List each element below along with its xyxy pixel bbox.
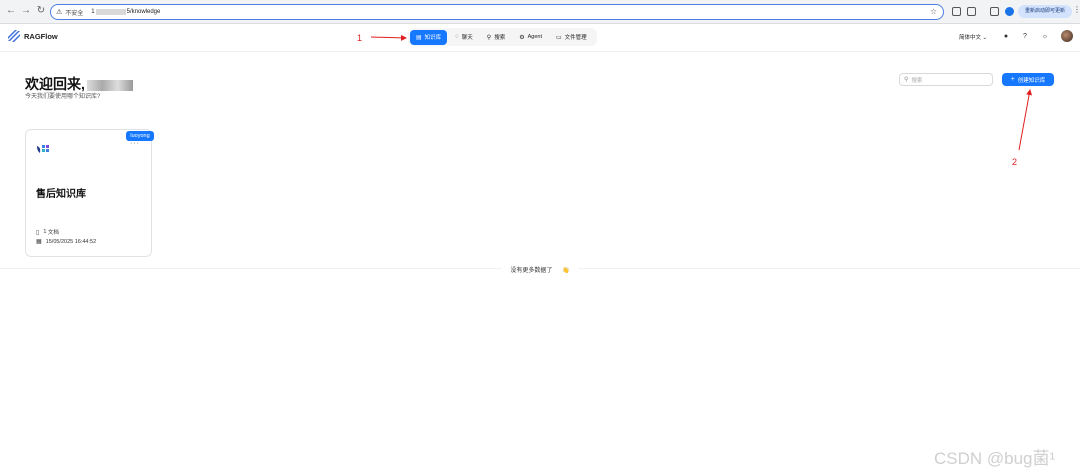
watermark: CSDN @bug菌¹ (934, 449, 1056, 468)
annotation-number-1: 1 (357, 33, 363, 43)
annotation-overlay (370, 34, 1033, 151)
annotation-arrow-1 (370, 34, 407, 41)
annotation-arrow-2 (1018, 89, 1033, 151)
annotation-number-2: 2 (1012, 157, 1018, 167)
